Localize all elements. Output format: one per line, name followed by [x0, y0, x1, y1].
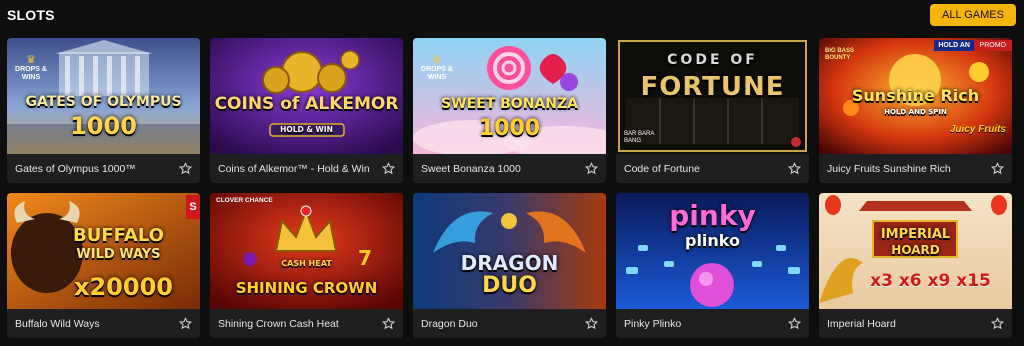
favorite-star-icon[interactable] — [990, 162, 1004, 176]
game-name: Sweet Bonanza 1000 — [421, 162, 521, 175]
art-title-line2: 1000 — [70, 112, 137, 140]
favorite-star-icon[interactable] — [787, 162, 801, 176]
game-card-gates-of-olympus[interactable]: ♛ DROPS & WINS GATES OF OLYMPUS 1000 Gat… — [7, 38, 200, 183]
art-title-line2: HOARD — [891, 243, 940, 257]
crown-icon: ♛ — [26, 54, 36, 66]
card-footer: Gates of Olympus 1000™ — [7, 154, 200, 183]
card-footer: Coins of Alkemor™ - Hold & Win — [210, 154, 403, 183]
art-title-line2: WILD WAYS — [76, 247, 161, 262]
game-thumbnail[interactable]: ♛ DROPS & WINS SWEET BONANZA 1000 — [413, 38, 606, 154]
game-thumbnail[interactable]: COINS of ALKEMOR HOLD & WIN — [210, 38, 403, 154]
game-thumbnail[interactable]: S BUFFALO WILD WAYS x20000 — [7, 193, 200, 309]
game-card-code-of-fortune[interactable]: CODE OF FORTUNE BAR BARA BANG Code of Fo… — [616, 38, 809, 183]
art-title-line1: Sunshine Rich — [851, 86, 980, 105]
art-title-line2: HOLD & WIN — [280, 125, 333, 134]
card-footer: Dragon Duo — [413, 309, 606, 338]
juicy-fruits-logo: Juicy Fruits — [949, 124, 1006, 135]
favorite-star-icon[interactable] — [990, 317, 1004, 331]
art-title-line2: FORTUNE — [640, 72, 785, 102]
game-name: Code of Fortune — [624, 162, 700, 175]
brand-logo: BIG BASS BOUNTY — [825, 48, 855, 61]
card-footer: Buffalo Wild Ways — [7, 309, 200, 338]
game-thumbnail[interactable]: 7 CLOVER CHANCE CASH HEAT SHINING CROWN — [210, 193, 403, 309]
favorite-star-icon[interactable] — [381, 317, 395, 331]
art-title-line2: 1000 — [478, 116, 541, 141]
game-thumbnail[interactable]: CODE OF FORTUNE BAR BARA BANG — [616, 38, 809, 154]
art-title-line2: HOLD AND SPIN — [884, 108, 947, 116]
game-card-shining-crown-cash-heat[interactable]: 7 CLOVER CHANCE CASH HEAT SHINING CROWN … — [210, 193, 403, 338]
game-card-sweet-bonanza[interactable]: ♛ DROPS & WINS SWEET BONANZA 1000 Sweet … — [413, 38, 606, 183]
art-corner-brand: BAR BARA BANG — [624, 131, 655, 144]
game-name: Imperial Hoard — [827, 317, 896, 330]
game-card-coins-of-alkemor[interactable]: COINS of ALKEMOR HOLD & WIN Coins of Alk… — [210, 38, 403, 183]
card-footer: Juicy Fruits Sunshine Rich — [819, 154, 1012, 183]
card-footer: Imperial Hoard — [819, 309, 1012, 338]
game-name: Juicy Fruits Sunshine Rich — [827, 162, 951, 175]
art-title-line1: BUFFALO — [73, 225, 164, 246]
drops-wins-badge: ♛ DROPS & WINS — [11, 42, 51, 82]
game-card-pinky-plinko[interactable]: pinky plinko Pinky Plinko — [616, 193, 809, 338]
art-title-line1: COINS of ALKEMOR — [214, 94, 399, 114]
hold-and-tag: HOLD AN — [934, 40, 974, 51]
art-title-line1: GATES OF OLYMPUS — [25, 94, 182, 110]
game-name: Pinky Plinko — [624, 317, 682, 330]
game-thumbnail[interactable]: DRAGON DUO — [413, 193, 606, 309]
games-grid: ♛ DROPS & WINS GATES OF OLYMPUS 1000 Gat… — [7, 38, 1012, 338]
all-games-button[interactable]: ALL GAMES — [930, 4, 1016, 26]
game-thumbnail[interactable]: pinky plinko — [616, 193, 809, 309]
crown-icon: ♛ — [432, 54, 442, 66]
game-card-imperial-hoard[interactable]: IMPERIAL HOARD x3 x6 x9 x15 Imperial Hoa… — [819, 193, 1012, 338]
card-footer: Sweet Bonanza 1000 — [413, 154, 606, 183]
favorite-star-icon[interactable] — [584, 317, 598, 331]
game-name: Gates of Olympus 1000™ — [15, 162, 136, 175]
art-title-line1: CASH HEAT — [281, 259, 332, 268]
provider-badge: S — [186, 195, 200, 219]
favorite-star-icon[interactable] — [584, 162, 598, 176]
game-name: Buffalo Wild Ways — [15, 317, 100, 330]
card-footer: Code of Fortune — [616, 154, 809, 183]
art-title-line3: x3 x6 x9 x15 — [870, 271, 991, 291]
art-title-line1: SWEET BONANZA — [441, 96, 578, 112]
clover-chance-badge: CLOVER CHANCE — [216, 197, 273, 204]
art-title-line2: DUO — [482, 273, 537, 298]
art-title-line1: CODE OF — [667, 52, 758, 68]
game-name: Dragon Duo — [421, 317, 478, 330]
badge-label: DROPS & WINS — [421, 66, 453, 81]
art-title-line1: pinky — [669, 199, 756, 232]
art-title-line1: IMPERIAL — [880, 227, 951, 242]
art-title-line2: plinko — [684, 231, 740, 250]
art-title-line1: DRAGON — [460, 251, 559, 275]
favorite-star-icon[interactable] — [787, 317, 801, 331]
game-thumbnail[interactable]: HOLD AN PROMO BIG BASS BOUNTY Sunshine R… — [819, 38, 1012, 154]
card-footer: Pinky Plinko — [616, 309, 809, 338]
game-card-buffalo-wild-ways[interactable]: S BUFFALO WILD WAYS x20000 Buffalo Wild … — [7, 193, 200, 338]
game-card-dragon-duo[interactable]: DRAGON DUO Dragon Duo — [413, 193, 606, 338]
game-thumbnail[interactable]: IMPERIAL HOARD x3 x6 x9 x15 — [819, 193, 1012, 309]
promo-badge: PROMO — [973, 40, 1012, 51]
section-title: SLOTS — [7, 7, 55, 23]
art-title-line3: x20000 — [74, 273, 173, 301]
game-name: Coins of Alkemor™ - Hold & Win — [218, 162, 370, 175]
game-card-juicy-fruits-sunshine-rich[interactable]: HOLD AN PROMO BIG BASS BOUNTY Sunshine R… — [819, 38, 1012, 183]
card-footer: Shining Crown Cash Heat — [210, 309, 403, 338]
game-thumbnail[interactable]: ♛ DROPS & WINS GATES OF OLYMPUS 1000 — [7, 38, 200, 154]
game-name: Shining Crown Cash Heat — [218, 317, 339, 330]
favorite-star-icon[interactable] — [178, 317, 192, 331]
drops-wins-badge: ♛ DROPS & WINS — [417, 42, 457, 82]
badge-label: DROPS & WINS — [15, 66, 47, 81]
favorite-star-icon[interactable] — [381, 162, 395, 176]
favorite-star-icon[interactable] — [178, 162, 192, 176]
art-title-line2: SHINING CROWN — [235, 279, 378, 297]
section-header: SLOTS ALL GAMES — [0, 0, 1024, 34]
